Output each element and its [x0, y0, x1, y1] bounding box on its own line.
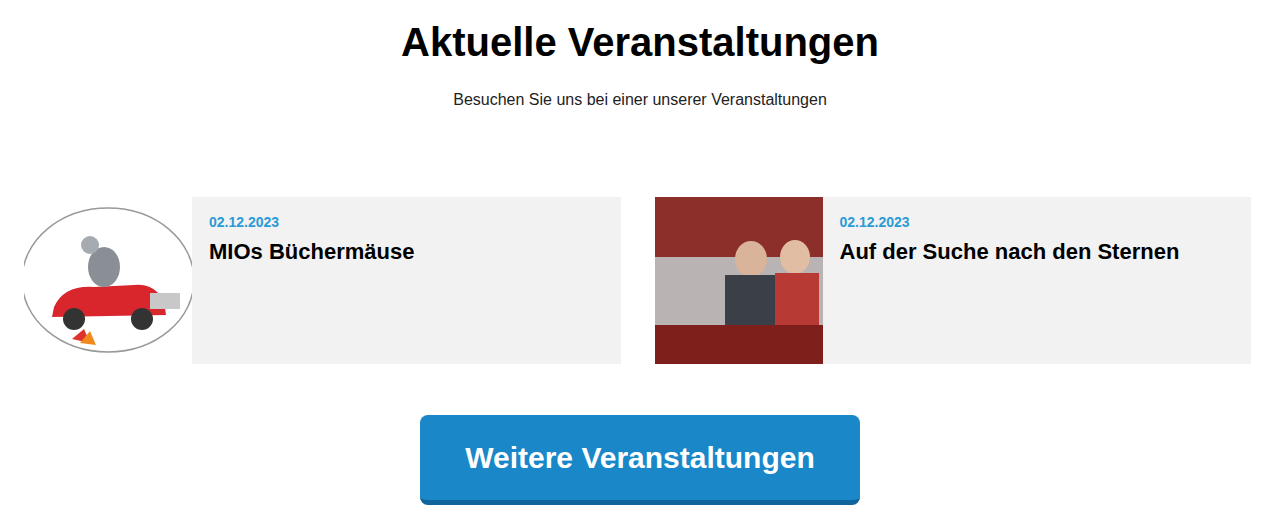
event-image	[24, 197, 192, 364]
section-heading: Aktuelle Veranstaltungen	[401, 16, 879, 68]
event-title[interactable]: MIOs Büchermäuse	[209, 238, 604, 266]
event-image	[655, 197, 823, 364]
more-events-button[interactable]: Weitere Veranstaltungen	[420, 415, 860, 505]
event-card[interactable]: 02.12.2023 Auf der Suche nach den Sternen	[655, 197, 1252, 364]
event-date: 02.12.2023	[840, 212, 1235, 232]
event-date: 02.12.2023	[209, 212, 604, 232]
event-info: 02.12.2023 MIOs Büchermäuse	[192, 197, 621, 364]
event-card[interactable]: 02.12.2023 MIOs Büchermäuse	[24, 197, 621, 364]
events-section: Aktuelle Veranstaltungen Besuchen Sie uns…	[0, 0, 1280, 505]
event-title[interactable]: Auf der Suche nach den Sternen	[840, 238, 1235, 266]
event-list: 02.12.2023 MIOs Büchermäuse 02.12.2023 Auf …	[24, 197, 1251, 364]
event-info: 02.12.2023 Auf der Suche nach den Sternen	[823, 197, 1252, 364]
section-subtitle: Besuchen Sie uns bei einer unserer Veran…	[453, 88, 827, 112]
